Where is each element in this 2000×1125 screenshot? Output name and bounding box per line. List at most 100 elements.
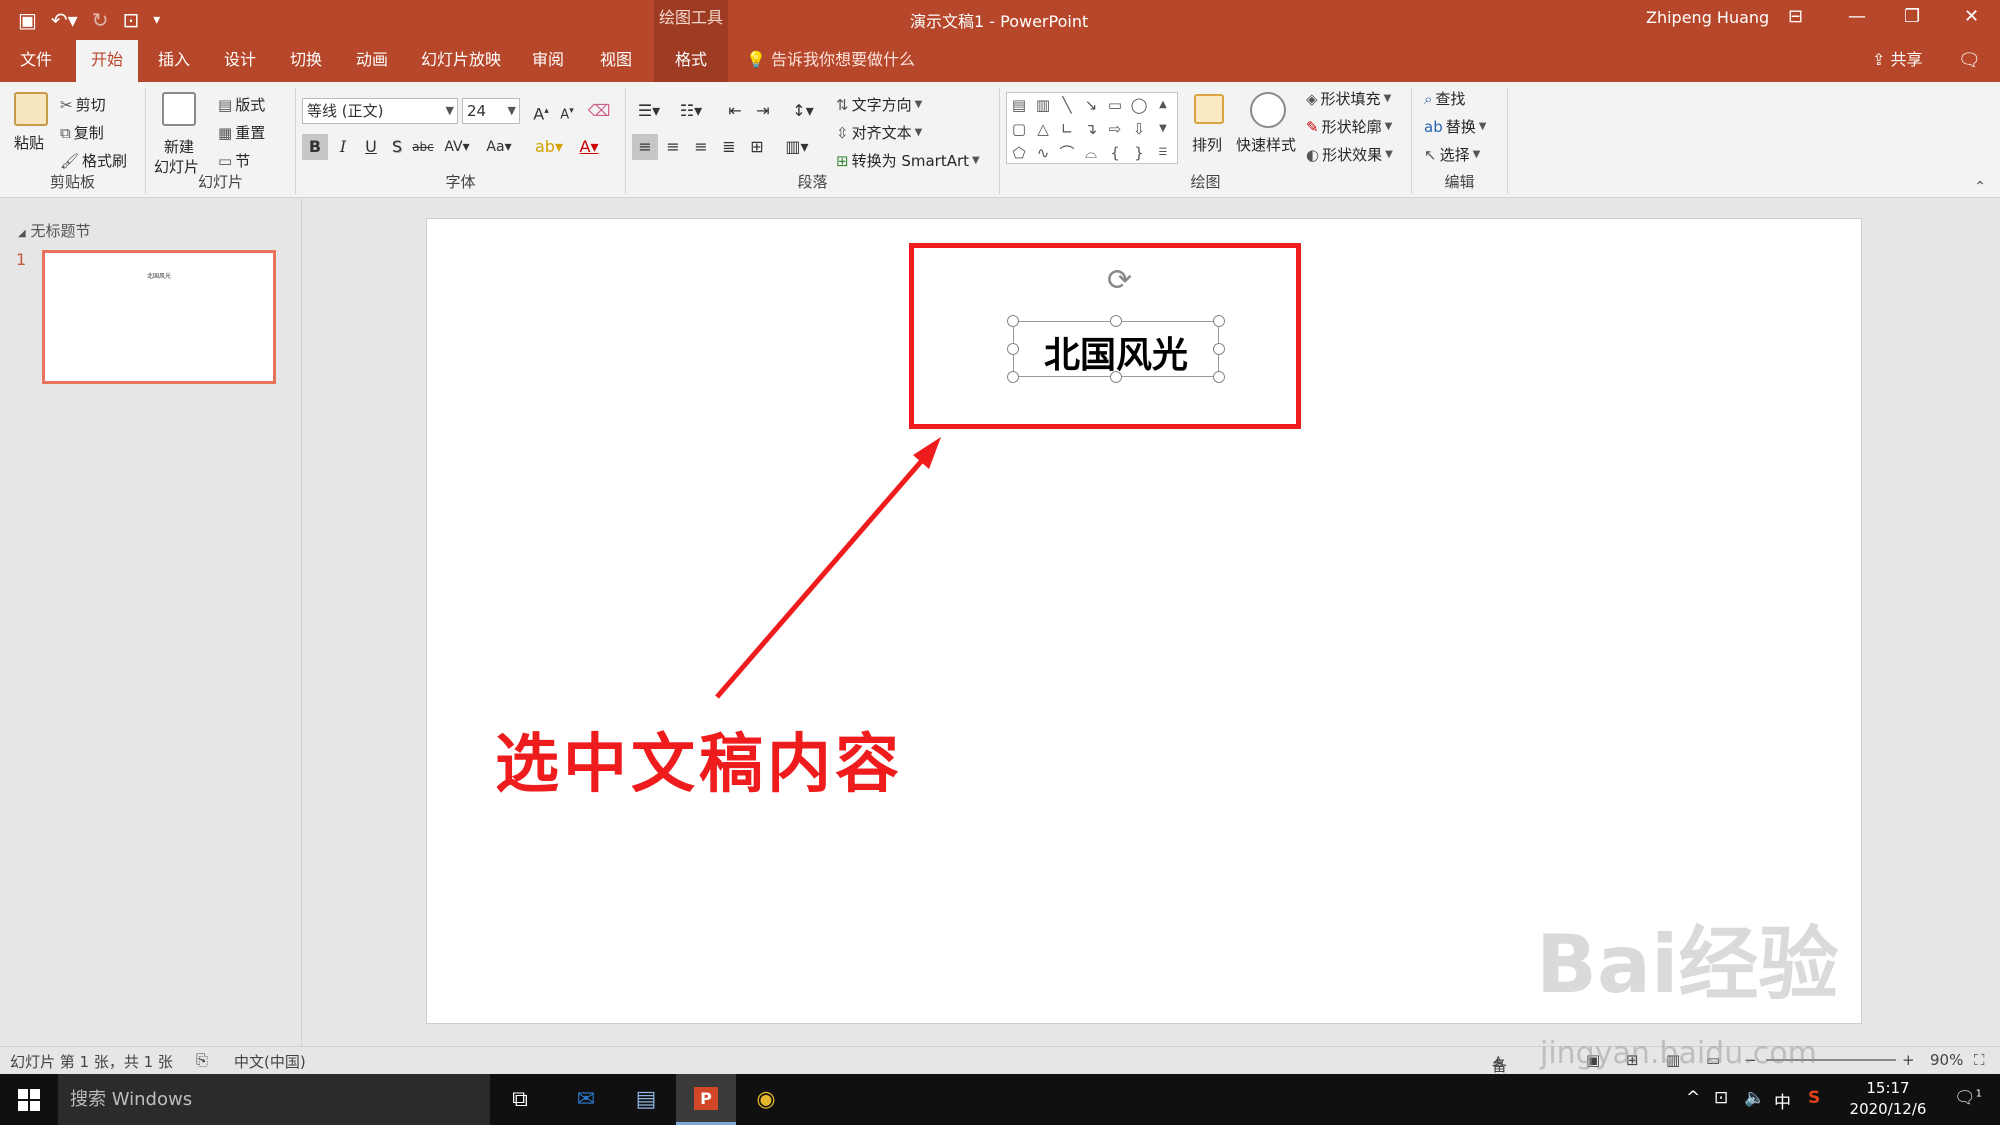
- powerpoint-taskbar-icon[interactable]: P: [676, 1074, 736, 1125]
- shape-effects-button[interactable]: ◐ 形状效果 ▼: [1306, 144, 1393, 165]
- gallery-more-icon[interactable]: ☰: [1151, 141, 1175, 165]
- minimize-icon[interactable]: —: [1848, 6, 1866, 27]
- slide-thumbnail[interactable]: 北国风光: [42, 250, 276, 384]
- replace-button[interactable]: ab 替换 ▼: [1424, 116, 1486, 137]
- comments-icon[interactable]: 🗨: [1958, 50, 1981, 71]
- tell-me-box[interactable]: 💡 告诉我你想要做什么: [746, 40, 915, 82]
- zoom-level[interactable]: 90%: [1930, 1051, 1963, 1069]
- clear-format-icon[interactable]: ⌫: [586, 98, 612, 124]
- gallery-scroll-down-icon[interactable]: ▼: [1151, 117, 1175, 141]
- outlook-icon[interactable]: ✉: [556, 1074, 616, 1125]
- reset-button[interactable]: ▦ 重置: [218, 122, 265, 143]
- arrange-button[interactable]: 排列: [1192, 134, 1222, 155]
- shapes-gallery[interactable]: ▤ ▥ ╲ ↘ ▭ ◯ ▲ ▢ △ ∟ ↴ ⇨ ⇩ ▼ ⬠ ∿ ⌒ ⌓{} ☰: [1006, 92, 1178, 164]
- restore-icon[interactable]: ❐: [1904, 6, 1920, 27]
- text-direction-button[interactable]: ⇅ 文字方向 ▼: [836, 94, 922, 115]
- ribbon-display-icon[interactable]: ⊟: [1788, 6, 1803, 27]
- right-brace-shape-icon[interactable]: }: [1127, 141, 1151, 165]
- shape-fill-button[interactable]: ◈ 形状填充 ▼: [1306, 88, 1391, 109]
- language-indicator[interactable]: 中文(中国): [234, 1051, 306, 1072]
- rounded-rect-shape-icon[interactable]: ▢: [1007, 117, 1031, 141]
- align-text-button[interactable]: ⇳ 对齐文本 ▼: [836, 122, 922, 143]
- collapse-ribbon-icon[interactable]: ⌃: [1974, 179, 1986, 195]
- vertical-textbox-shape-icon[interactable]: ▥: [1031, 93, 1055, 117]
- rectangle-shape-icon[interactable]: ▭: [1103, 93, 1127, 117]
- task-view-icon[interactable]: ⧉: [490, 1074, 550, 1125]
- shrink-font-icon[interactable]: A▾: [554, 98, 580, 124]
- line-spacing-icon[interactable]: ↕▾: [786, 98, 820, 124]
- tray-chevron-icon[interactable]: ^: [1686, 1088, 1700, 1108]
- underline-icon[interactable]: U: [358, 134, 384, 160]
- taskbar-clock[interactable]: 15:17 2020/12/6: [1838, 1078, 1938, 1120]
- tab-file[interactable]: 文件: [6, 40, 66, 82]
- start-button[interactable]: [0, 1074, 58, 1125]
- curve-shape-icon[interactable]: ⌓: [1079, 141, 1103, 165]
- bullets-icon[interactable]: ☰▾: [632, 98, 666, 124]
- columns-icon[interactable]: ▥▾: [780, 134, 814, 160]
- justify-icon[interactable]: ≣: [716, 134, 742, 160]
- char-spacing-icon[interactable]: AV▾: [440, 134, 474, 160]
- font-name-combo[interactable]: 等线 (正文) ▼: [302, 98, 458, 124]
- arrow-line-shape-icon[interactable]: ↘: [1079, 93, 1103, 117]
- tab-home[interactable]: 开始: [76, 40, 138, 82]
- present-icon[interactable]: ⊡: [122, 8, 139, 32]
- distribute-icon[interactable]: ⊞: [744, 134, 770, 160]
- volume-icon[interactable]: 🔈: [1744, 1088, 1765, 1108]
- quick-styles-icon[interactable]: [1250, 92, 1286, 128]
- freeform-shape-icon[interactable]: ⬠: [1007, 141, 1031, 165]
- change-case-icon[interactable]: Aa▾: [480, 134, 518, 160]
- italic-icon[interactable]: I: [330, 134, 356, 160]
- copy-button[interactable]: ⧉ 复制: [60, 122, 104, 143]
- tab-format[interactable]: 格式: [654, 40, 728, 82]
- down-arrow-shape-icon[interactable]: ⇩: [1127, 117, 1151, 141]
- save-icon[interactable]: ▣: [18, 8, 37, 32]
- tab-animations[interactable]: 动画: [344, 40, 400, 82]
- tab-insert[interactable]: 插入: [146, 40, 202, 82]
- find-button[interactable]: ⌕ 查找: [1424, 88, 1465, 109]
- chrome-icon[interactable]: ◉: [736, 1074, 796, 1125]
- redo-icon[interactable]: ↻: [92, 8, 109, 32]
- numbering-icon[interactable]: ☷▾: [674, 98, 708, 124]
- font-color-icon[interactable]: A▾: [572, 134, 606, 160]
- ime-indicator[interactable]: 中: [1774, 1088, 1791, 1113]
- spellcheck-icon[interactable]: ⎘: [196, 1051, 208, 1069]
- convert-smartart-button[interactable]: ⊞ 转换为 SmartArt ▼: [836, 150, 980, 171]
- right-arrow-shape-icon[interactable]: ⇨: [1103, 117, 1127, 141]
- line-shape-icon[interactable]: ╲: [1055, 93, 1079, 117]
- select-button[interactable]: ↖ 选择 ▼: [1424, 144, 1480, 165]
- textbox-shape-icon[interactable]: ▤: [1007, 93, 1031, 117]
- section-button[interactable]: ▭ 节: [218, 150, 250, 171]
- undo-icon[interactable]: ↶▾: [51, 8, 78, 32]
- shadow-icon[interactable]: S: [384, 134, 410, 160]
- left-brace-shape-icon[interactable]: {: [1103, 141, 1127, 165]
- bold-icon[interactable]: B: [302, 134, 328, 160]
- notepad-icon[interactable]: ▤: [616, 1074, 676, 1125]
- customize-qat-icon[interactable]: ▾: [153, 12, 160, 28]
- strikethrough-icon[interactable]: abc: [410, 134, 436, 160]
- tab-review[interactable]: 审阅: [520, 40, 576, 82]
- share-button[interactable]: ⇪ 共享: [1872, 40, 1923, 82]
- increase-indent-icon[interactable]: ⇥: [750, 98, 776, 124]
- notification-center-icon[interactable]: 🗨1: [1954, 1088, 1982, 1108]
- shape-outline-button[interactable]: ✎ 形状轮廓 ▼: [1306, 116, 1392, 137]
- tab-transitions[interactable]: 切换: [278, 40, 334, 82]
- highlight-icon[interactable]: ab▾: [532, 134, 566, 160]
- layout-button[interactable]: ▤ 版式: [218, 94, 265, 115]
- close-icon[interactable]: ✕: [1964, 6, 1979, 27]
- section-header[interactable]: ◢ 无标题节: [18, 220, 91, 241]
- arc-shape-icon[interactable]: ⌒: [1055, 141, 1079, 165]
- oval-shape-icon[interactable]: ◯: [1127, 93, 1151, 117]
- tab-slideshow[interactable]: 幻灯片放映: [416, 40, 506, 82]
- tab-design[interactable]: 设计: [212, 40, 268, 82]
- format-painter-button[interactable]: 🖌 格式刷: [60, 150, 127, 171]
- new-slide-button[interactable]: 新建: [164, 136, 194, 157]
- scribble-shape-icon[interactable]: ∿: [1031, 141, 1055, 165]
- quick-styles-button[interactable]: 快速样式: [1236, 134, 1296, 155]
- gallery-scroll-up-icon[interactable]: ▲: [1151, 93, 1175, 117]
- align-left-icon[interactable]: ≡: [632, 134, 658, 160]
- decrease-indent-icon[interactable]: ⇤: [722, 98, 748, 124]
- grow-font-icon[interactable]: A▴: [528, 98, 554, 124]
- tab-view[interactable]: 视图: [588, 40, 644, 82]
- arrange-icon[interactable]: [1194, 94, 1224, 124]
- zoom-in-icon[interactable]: +: [1902, 1051, 1915, 1069]
